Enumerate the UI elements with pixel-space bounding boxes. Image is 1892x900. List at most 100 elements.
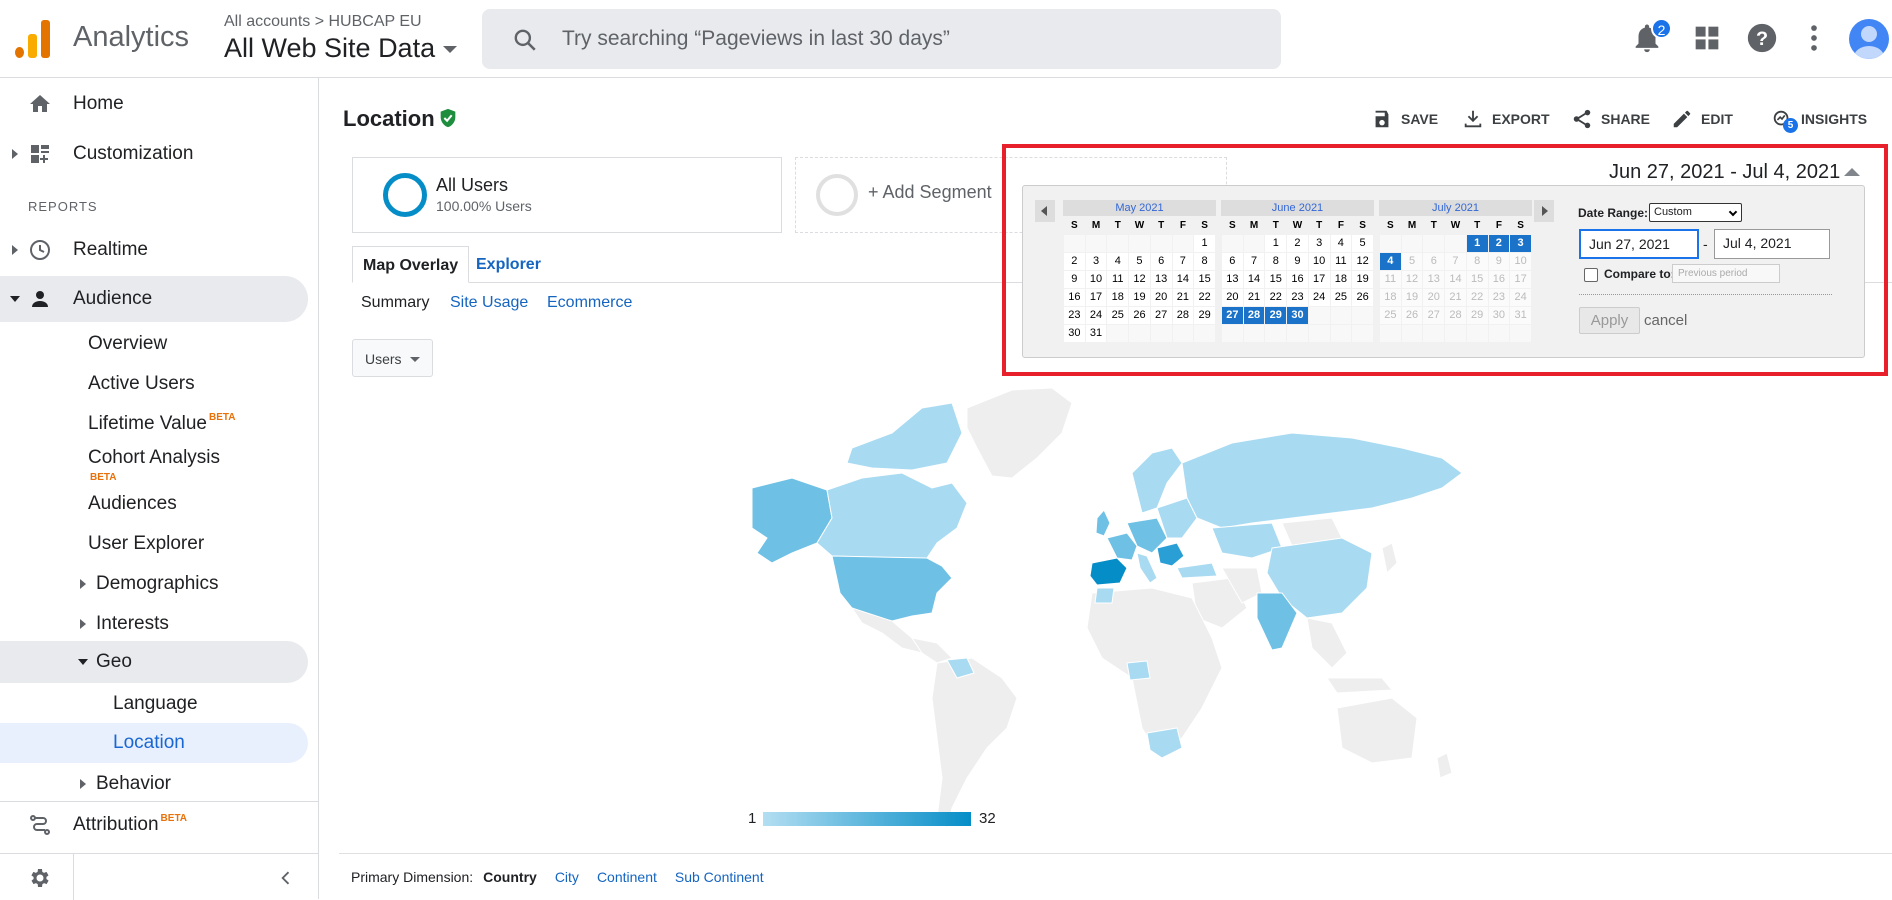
subtab-summary[interactable]: Summary — [361, 294, 429, 312]
calendar-day[interactable]: 16 — [1063, 287, 1086, 307]
calendar-day[interactable]: 30 — [1286, 305, 1309, 325]
view-selector[interactable]: All Web Site Data — [224, 33, 458, 64]
collapse-chevron-icon[interactable] — [276, 868, 296, 888]
calendar-day[interactable]: 28 — [1171, 305, 1195, 325]
calendar-day[interactable]: 9 — [1063, 269, 1086, 289]
settings-gear-icon[interactable] — [27, 866, 51, 890]
search-placeholder[interactable]: Try searching “Pageviews in last 30 days… — [562, 27, 950, 51]
calendar-day[interactable]: 2 — [1063, 251, 1086, 271]
sidebar-item-language[interactable]: Language — [0, 681, 300, 727]
dimension-city[interactable]: City — [555, 869, 579, 885]
calendar-day[interactable]: 15 — [1193, 269, 1216, 289]
dimension-continent[interactable]: Continent — [597, 869, 657, 885]
share-button[interactable]: SHARE — [1571, 108, 1650, 130]
sidebar-item-customization[interactable]: Customization — [0, 131, 300, 177]
calendar-day[interactable]: 21 — [1171, 287, 1195, 307]
sidebar-item-attribution[interactable]: Attribution BETA — [0, 801, 319, 847]
search-bar[interactable]: Try searching “Pageviews in last 30 days… — [482, 9, 1281, 69]
calendar-day[interactable]: 7 — [1171, 251, 1195, 271]
calendar-day[interactable]: 1 — [1264, 233, 1288, 253]
calendar-day[interactable]: 17 — [1307, 269, 1331, 289]
subtab-site-usage[interactable]: Site Usage — [450, 294, 528, 312]
sidebar-item-audience[interactable]: Audience — [0, 276, 308, 322]
calendar-day[interactable]: 23 — [1063, 305, 1086, 325]
calendar-day[interactable]: 28 — [1242, 305, 1266, 325]
segment-all-users[interactable]: All Users 100.00% Users — [352, 157, 782, 233]
apps-grid-icon[interactable] — [1690, 21, 1724, 55]
calendar-day[interactable]: 26 — [1128, 305, 1151, 325]
sidebar-item-home[interactable]: Home — [0, 81, 300, 127]
tab-map-overlay[interactable]: Map Overlay — [352, 246, 470, 283]
calendar-day[interactable]: 22 — [1264, 287, 1288, 307]
calendar-day[interactable]: 6 — [1149, 251, 1173, 271]
calendar-day[interactable]: 9 — [1286, 251, 1309, 271]
calendar-day[interactable]: 18 — [1329, 269, 1353, 289]
sidebar-item-geo[interactable]: Geo — [0, 641, 308, 683]
world-map[interactable] — [752, 378, 1482, 838]
save-button[interactable]: SAVE — [1371, 108, 1438, 130]
sidebar-item-location[interactable]: Location — [0, 723, 308, 763]
calendar-day[interactable]: 16 — [1286, 269, 1309, 289]
calendar-day[interactable]: 1 — [1465, 233, 1489, 253]
prev-month-button[interactable] — [1035, 200, 1055, 222]
calendar-day[interactable]: 22 — [1193, 287, 1216, 307]
calendar-day[interactable]: 3 — [1509, 233, 1532, 253]
calendar-day[interactable]: 7 — [1242, 251, 1266, 271]
calendar-day[interactable]: 18 — [1106, 287, 1130, 307]
edit-button[interactable]: EDIT — [1671, 108, 1733, 130]
calendar-day[interactable]: 13 — [1221, 269, 1244, 289]
dimension-sub-continent[interactable]: Sub Continent — [675, 869, 764, 885]
calendar-day[interactable]: 27 — [1149, 305, 1173, 325]
calendar-day[interactable]: 19 — [1128, 287, 1151, 307]
calendar-day[interactable]: 4 — [1106, 251, 1130, 271]
calendar-day[interactable]: 3 — [1307, 233, 1331, 253]
tab-explorer[interactable]: Explorer — [466, 246, 551, 283]
start-date-input[interactable]: Jun 27, 2021 — [1579, 229, 1699, 259]
calendar-day[interactable]: 30 — [1063, 323, 1086, 343]
calendar-day[interactable]: 1 — [1193, 233, 1216, 253]
calendar-day[interactable]: 20 — [1149, 287, 1173, 307]
calendar-day[interactable]: 5 — [1351, 233, 1374, 253]
calendar-day[interactable]: 14 — [1242, 269, 1266, 289]
calendar-day[interactable]: 24 — [1084, 305, 1108, 325]
apply-button[interactable]: Apply — [1579, 307, 1640, 334]
sidebar-item-realtime[interactable]: Realtime — [0, 227, 300, 273]
calendar-day[interactable]: 20 — [1221, 287, 1244, 307]
caret-up-icon[interactable] — [1844, 168, 1860, 176]
date-range-toggle[interactable]: Jun 27, 2021 - Jul 4, 2021 — [1609, 161, 1840, 184]
calendar-day[interactable]: 2 — [1286, 233, 1309, 253]
calendar-day[interactable]: 4 — [1329, 233, 1353, 253]
calendar-day[interactable]: 24 — [1307, 287, 1331, 307]
calendar-day[interactable]: 8 — [1264, 251, 1288, 271]
insights-button[interactable]: 5 INSIGHTS — [1771, 108, 1867, 133]
calendar-day[interactable]: 26 — [1351, 287, 1374, 307]
end-date-input[interactable]: Jul 4, 2021 — [1714, 229, 1830, 259]
dimension-country[interactable]: Country — [483, 869, 537, 885]
sidebar-item-behavior[interactable]: Behavior — [0, 762, 300, 806]
date-range-type-select[interactable]: Custom — [1649, 203, 1742, 222]
more-vert-icon[interactable] — [1797, 21, 1831, 55]
calendar-day[interactable]: 10 — [1307, 251, 1331, 271]
calendar-day[interactable]: 6 — [1221, 251, 1244, 271]
calendar-day[interactable]: 13 — [1149, 269, 1173, 289]
calendar-day[interactable]: 3 — [1084, 251, 1108, 271]
calendar-day[interactable]: 12 — [1128, 269, 1151, 289]
account-breadcrumb[interactable]: All accounts > HUBCAP EU — [224, 13, 422, 31]
cancel-link[interactable]: cancel — [1644, 312, 1687, 329]
subtab-ecommerce[interactable]: Ecommerce — [547, 294, 632, 312]
calendar-day[interactable]: 8 — [1193, 251, 1216, 271]
export-button[interactable]: EXPORT — [1462, 108, 1550, 130]
calendar-day[interactable]: 27 — [1221, 305, 1244, 325]
calendar-day[interactable]: 14 — [1171, 269, 1195, 289]
calendar-day[interactable]: 31 — [1084, 323, 1108, 343]
help-icon[interactable]: ? — [1745, 21, 1779, 55]
compare-checkbox[interactable] — [1584, 268, 1598, 282]
next-month-button[interactable] — [1534, 200, 1554, 222]
calendar-day[interactable]: 19 — [1351, 269, 1374, 289]
calendar-day[interactable]: 25 — [1106, 305, 1130, 325]
calendar-day[interactable]: 10 — [1084, 269, 1108, 289]
account-avatar[interactable] — [1849, 19, 1889, 59]
sidebar-item-cohort-analysis[interactable]: Cohort Analysis BETA — [0, 441, 300, 483]
calendar-day[interactable]: 29 — [1264, 305, 1288, 325]
calendar-day[interactable]: 11 — [1329, 251, 1353, 271]
